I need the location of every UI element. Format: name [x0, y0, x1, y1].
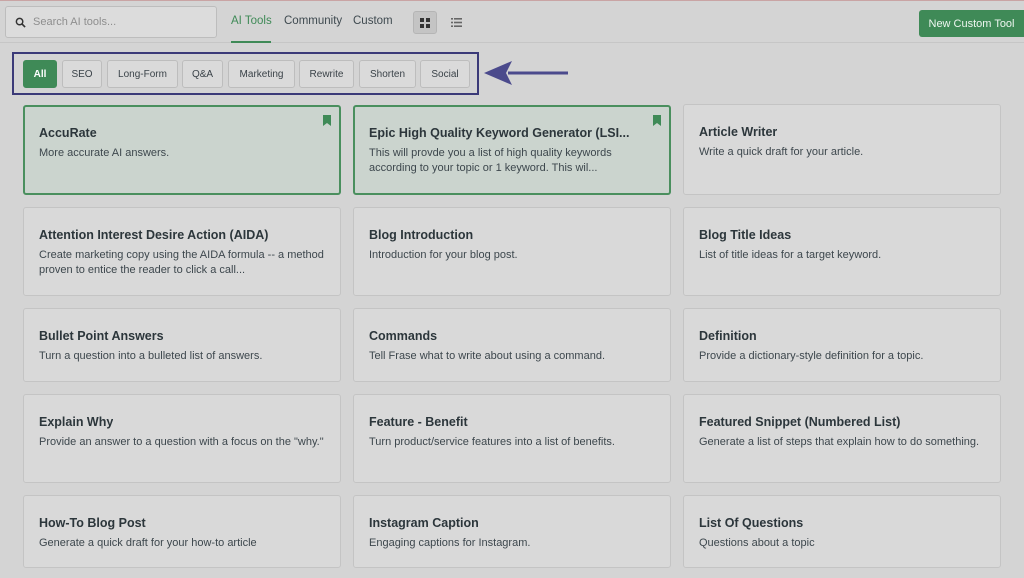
card-title: Attention Interest Desire Action (AIDA) [39, 228, 269, 242]
card-title: Instagram Caption [369, 516, 479, 530]
tab-ai-tools[interactable]: AI Tools [231, 15, 272, 27]
filter-chip-long-form[interactable]: Long-Form [107, 60, 178, 88]
card-title: Article Writer [699, 125, 778, 139]
filter-chip-seo[interactable]: SEO [62, 60, 102, 88]
new-custom-tool-button[interactable]: New Custom Tool [919, 10, 1024, 37]
tool-card-blog-title-ideas[interactable]: Blog Title Ideas List of title ideas for… [683, 207, 1001, 296]
bookmark-icon[interactable] [323, 115, 331, 126]
card-description: Tell Frase what to write about using a c… [369, 350, 606, 362]
tool-card-bullet-point-answers[interactable]: Bullet Point Answers Turn a question int… [23, 308, 341, 382]
tool-card-instagram-caption[interactable]: Instagram Caption Engaging captions for … [353, 495, 671, 568]
card-description: Generate a quick draft for your how-to a… [39, 537, 257, 549]
tab-community[interactable]: Community [284, 15, 342, 27]
tool-card-aida[interactable]: Attention Interest Desire Action (AIDA) … [23, 207, 341, 296]
card-title: Definition [699, 329, 757, 343]
filter-chip-qa[interactable]: Q&A [182, 60, 223, 88]
card-description: Turn product/service features into a lis… [369, 436, 615, 448]
tool-card-featured-snippet[interactable]: Featured Snippet (Numbered List) Generat… [683, 394, 1001, 483]
tool-card-feature-benefit[interactable]: Feature - Benefit Turn product/service f… [353, 394, 671, 483]
card-description: Introduction for your blog post. [369, 249, 518, 261]
tool-card-article-writer[interactable]: Article Writer Write a quick draft for y… [683, 104, 1001, 195]
search-box[interactable] [5, 6, 217, 38]
card-title: Blog Title Ideas [699, 228, 792, 242]
filter-chip-all[interactable]: All [23, 60, 57, 88]
search-input[interactable] [33, 16, 213, 28]
tab-custom[interactable]: Custom [353, 15, 393, 27]
card-title: Commands [369, 329, 438, 343]
card-title: List Of Questions [699, 516, 804, 530]
grid-icon [420, 17, 430, 28]
active-tab-underline [231, 41, 271, 43]
card-description: List of title ideas for a target keyword… [699, 249, 882, 261]
filter-chip-social[interactable]: Social [420, 60, 470, 88]
card-description: Provide a dictionary-style definition fo… [699, 350, 924, 362]
tool-card-accurate[interactable]: AccuRate More accurate AI answers. [23, 105, 341, 195]
tool-card-blog-introduction[interactable]: Blog Introduction Introduction for your … [353, 207, 671, 296]
list-icon [450, 18, 462, 27]
card-description: Create marketing copy using the AIDA for… [39, 249, 324, 276]
filter-chip-marketing[interactable]: Marketing [228, 60, 295, 88]
tool-card-definition[interactable]: Definition Provide a dictionary-style de… [683, 308, 1001, 382]
card-description: Write a quick draft for your article. [699, 146, 864, 158]
card-description: Questions about a topic [699, 537, 815, 549]
bookmark-icon[interactable] [653, 115, 661, 126]
filter-chip-rewrite[interactable]: Rewrite [299, 60, 354, 88]
card-description: Generate a list of steps that explain ho… [699, 436, 980, 448]
grid-view-button[interactable] [413, 11, 437, 34]
tool-card-how-to-blog-post[interactable]: How-To Blog Post Generate a quick draft … [23, 495, 341, 568]
card-title: Explain Why [39, 415, 114, 429]
list-view-button[interactable] [444, 11, 468, 34]
card-title: Bullet Point Answers [39, 329, 164, 343]
card-description: Engaging captions for Instagram. [369, 537, 531, 549]
card-description: Turn a question into a bulleted list of … [39, 350, 263, 362]
search-icon [15, 17, 26, 28]
card-title: Epic High Quality Keyword Generator (LSI… [369, 126, 630, 140]
tool-card-list-of-questions[interactable]: List Of Questions Questions about a topi… [683, 495, 1001, 568]
card-title: How-To Blog Post [39, 516, 146, 530]
filter-chip-shorten[interactable]: Shorten [359, 60, 416, 88]
tool-card-commands[interactable]: Commands Tell Frase what to write about … [353, 308, 671, 382]
card-title: Blog Introduction [369, 228, 474, 242]
card-title: Feature - Benefit [369, 415, 468, 429]
card-title: AccuRate [39, 126, 97, 140]
annotation-arrow-icon [484, 61, 568, 85]
card-description: More accurate AI answers. [39, 147, 170, 159]
card-description: Provide an answer to a question with a f… [39, 436, 324, 448]
card-title: Featured Snippet (Numbered List) [699, 415, 901, 429]
tool-card-epic-keyword-generator[interactable]: Epic High Quality Keyword Generator (LSI… [353, 105, 671, 195]
top-toolbar: AI Tools Community Custom New Custom Too… [0, 1, 1024, 43]
card-description: This will provde you a list of high qual… [369, 147, 612, 174]
tool-card-explain-why[interactable]: Explain Why Provide an answer to a quest… [23, 394, 341, 483]
